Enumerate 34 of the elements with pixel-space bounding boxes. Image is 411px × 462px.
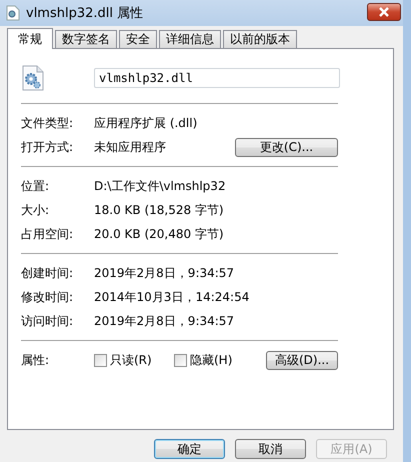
field-value: 应用程序扩展 (.dll) bbox=[94, 114, 198, 132]
dialog-button[interactable]: 取消 bbox=[235, 439, 306, 459]
tab[interactable]: 安全 bbox=[119, 30, 157, 48]
close-button[interactable] bbox=[367, 3, 401, 21]
field-value: 2019年2月8日，9:34:57 bbox=[94, 264, 234, 282]
checkbox-box[interactable] bbox=[94, 354, 107, 366]
checkbox[interactable]: 隐藏(H) bbox=[174, 352, 254, 368]
tab[interactable]: 常规 bbox=[7, 28, 53, 49]
field-label: 修改时间: bbox=[21, 288, 74, 306]
file-name-field[interactable]: vlmshlp32.dll bbox=[94, 68, 340, 88]
tab[interactable]: 详细信息 bbox=[159, 30, 221, 48]
field-value: 2019年2月8日，9:34:57 bbox=[94, 312, 234, 330]
tab[interactable]: 数字签名 bbox=[55, 30, 117, 48]
field-value: 未知应用程序 bbox=[94, 138, 167, 156]
field-value: 18.0 KB (18,528 字节) bbox=[94, 202, 224, 218]
field-label: 创建时间: bbox=[21, 264, 74, 282]
field-label: 文件类型: bbox=[21, 114, 74, 132]
field-label: 占用空间: bbox=[21, 226, 74, 242]
field-value: D:\工作文件\vlmshlp32 bbox=[94, 178, 226, 194]
field-label: 属性: bbox=[21, 352, 50, 368]
change-button[interactable]: 更改(C)... bbox=[235, 138, 338, 156]
advanced-button[interactable]: 高级(D)... bbox=[266, 350, 338, 370]
checkbox[interactable]: 只读(R) bbox=[94, 352, 174, 368]
field-label: 打开方式: bbox=[21, 138, 74, 156]
checkbox-box[interactable] bbox=[174, 354, 187, 366]
field-label: 访问时间: bbox=[21, 312, 74, 330]
dialog-button[interactable]: 确定 bbox=[154, 439, 225, 459]
window-title: vlmshlp32.dll 属性 bbox=[26, 5, 144, 22]
field-label: 位置: bbox=[21, 178, 50, 194]
field-value: 20.0 KB (20,480 字节) bbox=[94, 226, 224, 242]
tab[interactable]: 以前的版本 bbox=[223, 30, 297, 48]
field-value: 2014年10月3日，14:24:54 bbox=[94, 288, 250, 306]
close-icon bbox=[378, 7, 390, 17]
field-label: 大小: bbox=[21, 202, 50, 218]
